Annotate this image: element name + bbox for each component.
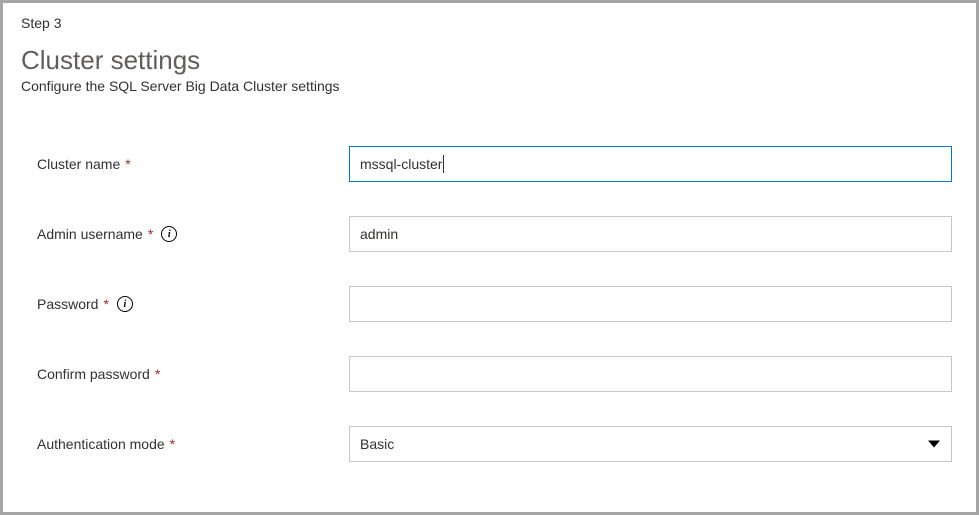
row-confirm-password: Confirm password * — [21, 356, 958, 392]
label-admin-username: Admin username * i — [37, 226, 349, 242]
wizard-step-container: Step 3 Cluster settings Configure the SQ… — [3, 3, 976, 462]
page-subtitle: Configure the SQL Server Big Data Cluste… — [21, 78, 958, 94]
required-indicator: * — [125, 156, 130, 172]
required-indicator: * — [103, 296, 108, 312]
text-caret — [443, 155, 444, 173]
chevron-down-icon — [928, 441, 940, 448]
label-confirm-password-text: Confirm password — [37, 366, 150, 382]
label-auth-mode-text: Authentication mode — [37, 436, 165, 452]
required-indicator: * — [170, 436, 175, 452]
info-icon[interactable]: i — [161, 226, 177, 242]
required-indicator: * — [148, 226, 153, 242]
auth-mode-select-wrap[interactable]: Basic — [349, 426, 952, 462]
password-input[interactable] — [349, 286, 952, 322]
cluster-name-input[interactable]: mssql-cluster — [349, 146, 952, 182]
admin-username-input[interactable]: admin — [349, 216, 952, 252]
label-cluster-name-text: Cluster name — [37, 156, 120, 172]
auth-mode-select[interactable]: Basic — [349, 426, 952, 462]
admin-username-value: admin — [360, 226, 398, 242]
page-title: Cluster settings — [21, 45, 958, 76]
row-admin-username: Admin username * i admin — [21, 216, 958, 252]
label-admin-username-text: Admin username — [37, 226, 143, 242]
label-cluster-name: Cluster name * — [37, 156, 349, 172]
row-auth-mode: Authentication mode * Basic — [21, 426, 958, 462]
label-password-text: Password — [37, 296, 98, 312]
row-cluster-name: Cluster name * mssql-cluster — [21, 146, 958, 182]
auth-mode-value: Basic — [360, 436, 394, 452]
step-label: Step 3 — [21, 15, 958, 31]
label-auth-mode: Authentication mode * — [37, 436, 349, 452]
label-password: Password * i — [37, 296, 349, 312]
label-confirm-password: Confirm password * — [37, 366, 349, 382]
row-password: Password * i — [21, 286, 958, 322]
info-icon[interactable]: i — [117, 296, 133, 312]
confirm-password-input[interactable] — [349, 356, 952, 392]
required-indicator: * — [155, 366, 160, 382]
cluster-name-value: mssql-cluster — [360, 156, 442, 172]
